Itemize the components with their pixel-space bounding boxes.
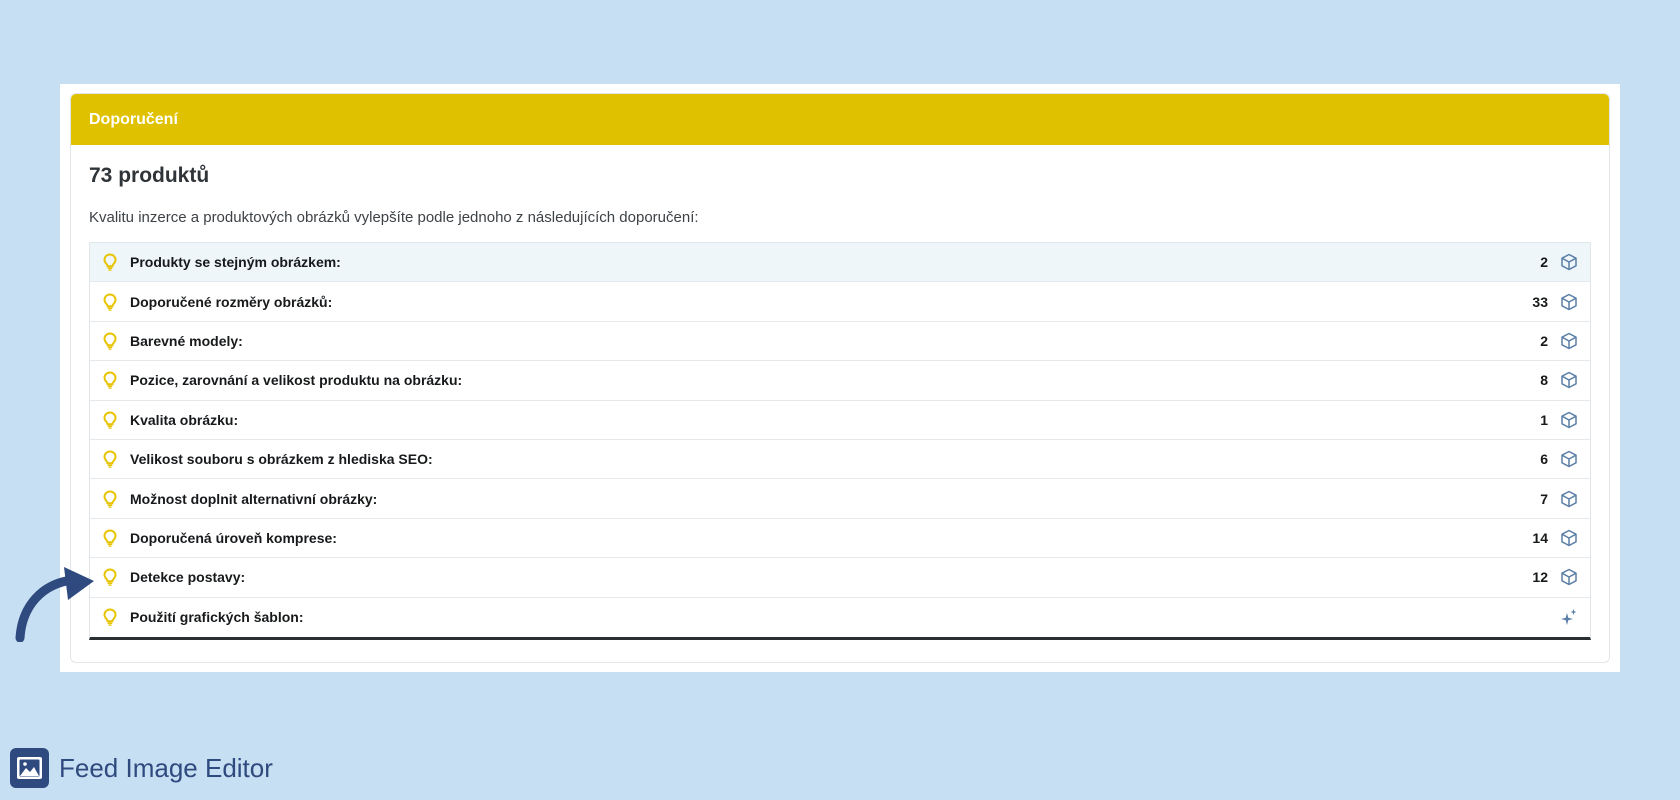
cube-icon[interactable] — [1558, 527, 1580, 549]
recommendation-label: Doporučené rozměry obrázků: — [130, 293, 333, 310]
recommendation-row[interactable]: Barevné modely: 2 — [90, 321, 1590, 362]
cube-icon[interactable] — [1558, 488, 1580, 510]
lightbulb-icon — [102, 568, 118, 587]
card-header: Doporučení — [71, 94, 1609, 145]
card-header-title: Doporučení — [89, 110, 178, 128]
sparkle-icon[interactable] — [1558, 606, 1580, 628]
recommendation-count: 1 — [1540, 411, 1548, 428]
intro-text: Kvalitu inzerce a produktových obrázků v… — [89, 209, 699, 226]
recommendation-count: 12 — [1532, 569, 1548, 586]
recommendation-count: 33 — [1532, 293, 1548, 310]
recommendation-row[interactable]: Kvalita obrázku: 1 — [90, 400, 1590, 440]
recommendation-label: Doporučená úroveň komprese: — [130, 529, 337, 546]
cube-icon[interactable] — [1558, 409, 1580, 431]
lightbulb-icon — [102, 450, 118, 468]
lightbulb-icon — [102, 490, 118, 508]
product-count-title: 73 produktů — [89, 164, 210, 187]
cube-icon[interactable] — [1558, 448, 1580, 470]
cube-icon[interactable] — [1558, 369, 1580, 391]
recommendation-label: Detekce postavy: — [130, 569, 246, 586]
lightbulb-icon — [102, 411, 118, 429]
cube-icon[interactable] — [1558, 251, 1580, 273]
recommendation-row[interactable]: Použití grafických šablon: — [90, 597, 1590, 637]
stage: Doporučení 73 produktů Kvalitu inzerce a… — [0, 0, 1680, 800]
recommendation-label: Pozice, zarovnání a velikost produktu na… — [130, 372, 463, 389]
content-frame: Doporučení 73 produktů Kvalitu inzerce a… — [60, 84, 1620, 672]
recommendation-label: Možnost doplnit alternativní obrázky: — [130, 490, 378, 507]
image-logo-icon — [10, 748, 49, 788]
lightbulb-icon — [102, 529, 118, 547]
recommendation-list: Produkty se stejným obrázkem: 2 Doporuče… — [89, 242, 1591, 640]
recommendation-row[interactable]: Velikost souboru s obrázkem z hlediska S… — [90, 439, 1590, 480]
brand: Feed Image Editor — [10, 748, 273, 788]
lightbulb-icon — [102, 253, 118, 271]
cube-icon[interactable] — [1558, 291, 1580, 313]
recommendation-label: Produkty se stejným obrázkem: — [130, 254, 341, 271]
recommendation-count: 7 — [1540, 490, 1548, 507]
recommendation-count: 6 — [1540, 451, 1548, 468]
cube-icon[interactable] — [1558, 566, 1580, 588]
pointer-arrow-icon — [15, 567, 94, 642]
recommendation-row[interactable]: Produkty se stejným obrázkem: 2 — [90, 243, 1590, 283]
recommendation-count: 2 — [1540, 254, 1548, 271]
recommendation-label: Velikost souboru s obrázkem z hlediska S… — [130, 451, 433, 468]
lightbulb-icon — [102, 332, 118, 350]
lightbulb-icon — [102, 608, 118, 627]
recommendation-count: 2 — [1540, 332, 1548, 349]
recommendation-label: Barevné modely: — [130, 332, 243, 349]
recommendation-row[interactable]: Detekce postavy: 12 — [90, 558, 1590, 598]
recommendation-count: 8 — [1540, 372, 1548, 389]
brand-name: Feed Image Editor — [59, 752, 273, 783]
card-body: 73 produktů Kvalitu inzerce a produktový… — [71, 145, 1609, 640]
recommendation-row[interactable]: Pozice, zarovnání a velikost produktu na… — [90, 361, 1590, 401]
recommendation-label: Kvalita obrázku: — [130, 411, 239, 428]
cube-icon[interactable] — [1558, 330, 1580, 352]
recommendation-count: 14 — [1532, 529, 1548, 546]
recommendation-row[interactable]: Možnost doplnit alternativní obrázky: 7 — [90, 479, 1590, 519]
recommendation-label: Použití grafických šablon: — [130, 609, 304, 626]
lightbulb-icon — [102, 371, 118, 390]
recommendations-card: Doporučení 73 produktů Kvalitu inzerce a… — [70, 93, 1610, 663]
recommendation-row[interactable]: Doporučená úroveň komprese: 14 — [90, 518, 1590, 559]
recommendation-row[interactable]: Doporučené rozměry obrázků: 33 — [90, 282, 1590, 322]
lightbulb-icon — [102, 293, 118, 311]
